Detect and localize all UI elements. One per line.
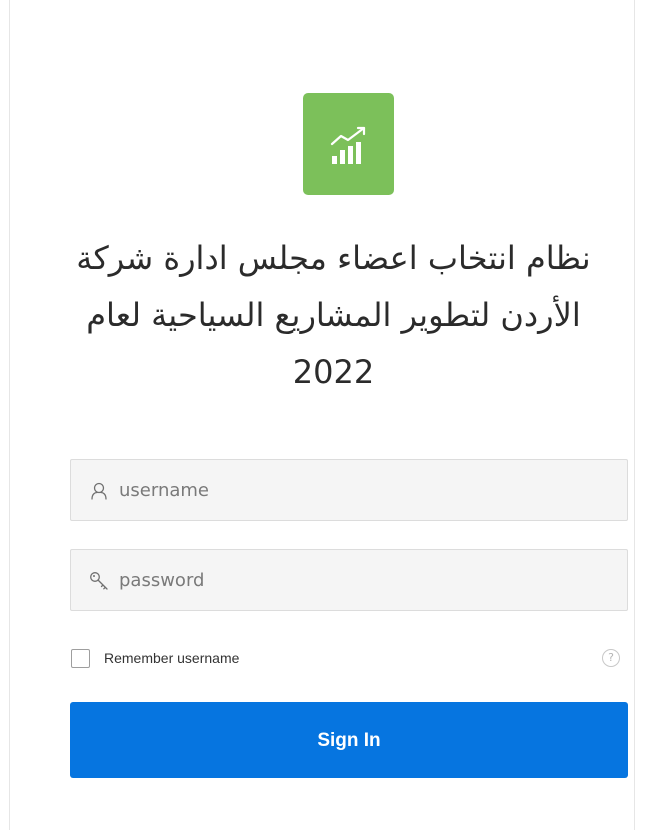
login-page: نظام انتخاب اعضاء مجلس ادارة شركة الأردن… (0, 0, 647, 830)
user-icon (91, 482, 107, 500)
title-year: 2022 (292, 353, 375, 391)
remember-checkbox[interactable] (71, 648, 90, 668)
remember-username[interactable]: Remember username (71, 647, 239, 669)
remember-label[interactable]: Remember username (104, 650, 239, 666)
password-field[interactable] (70, 549, 628, 611)
help-circle-icon[interactable]: ? (602, 649, 620, 667)
username-field[interactable] (70, 459, 628, 521)
password-input[interactable] (119, 550, 609, 610)
title-line-2: الأردن لتطوير المشاريع السياحية لعام (86, 296, 581, 334)
page-title: نظام انتخاب اعضاء مجلس ادارة شركة الأردن… (50, 230, 617, 401)
sign-in-button[interactable]: Sign In (70, 702, 628, 778)
username-input[interactable] (119, 460, 609, 520)
title-line-1: نظام انتخاب اعضاء مجلس ادارة شركة (76, 239, 591, 277)
key-icon (90, 572, 108, 590)
chart-growth-icon (330, 126, 366, 164)
login-card: نظام انتخاب اعضاء مجلس ادارة شركة الأردن… (9, 0, 635, 830)
app-logo (303, 93, 394, 195)
